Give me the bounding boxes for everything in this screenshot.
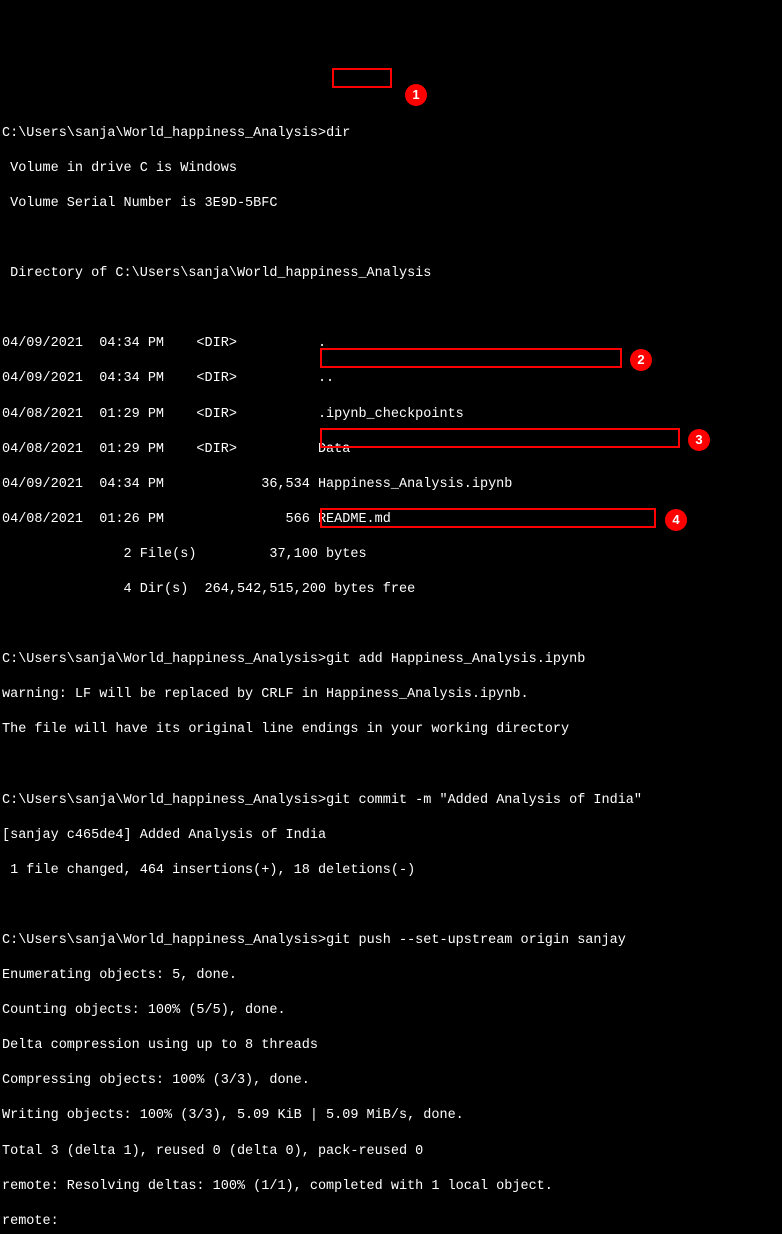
terminal-container: C:\Users\sanja\World_happiness_Analysis>… bbox=[0, 70, 782, 1234]
command-git-push: git push --set-upstream origin sanjay bbox=[326, 933, 626, 948]
commit-output: 1 file changed, 464 insertions(+), 18 de… bbox=[2, 862, 780, 880]
push-output: Writing objects: 100% (3/3), 5.09 KiB | … bbox=[2, 1107, 780, 1125]
command-git-add: git add Happiness_Analysis.ipynb bbox=[326, 652, 585, 667]
push-output: remote: bbox=[2, 1213, 780, 1231]
push-output: Delta compression using up to 8 threads bbox=[2, 1037, 780, 1055]
push-output: Enumerating objects: 5, done. bbox=[2, 967, 780, 985]
git-add-warning: The file will have its original line end… bbox=[2, 721, 780, 739]
prompt-path: C:\Users\sanja\World_happiness_Analysis> bbox=[2, 652, 326, 667]
prompt-line-1: C:\Users\sanja\World_happiness_Analysis>… bbox=[2, 125, 780, 143]
command-git-commit: git commit -m "Added Analysis of India" bbox=[326, 793, 642, 808]
blank bbox=[2, 757, 780, 775]
dir-entry: 04/09/2021 04:34 PM <DIR> .. bbox=[2, 370, 780, 388]
prompt-path: C:\Users\sanja\World_happiness_Analysis> bbox=[2, 793, 326, 808]
directory-of: Directory of C:\Users\sanja\World_happin… bbox=[2, 265, 780, 283]
prompt-line-2: C:\Users\sanja\World_happiness_Analysis>… bbox=[2, 651, 780, 669]
terminal-output[interactable]: C:\Users\sanja\World_happiness_Analysis>… bbox=[0, 105, 782, 1234]
annotation-badge-1: 1 bbox=[405, 84, 427, 106]
dir-entry: 04/08/2021 01:29 PM <DIR> .ipynb_checkpo… bbox=[2, 406, 780, 424]
highlight-box-1 bbox=[332, 68, 392, 88]
blank bbox=[2, 616, 780, 634]
prompt-line-3: C:\Users\sanja\World_happiness_Analysis>… bbox=[2, 792, 780, 810]
prompt-line-4: C:\Users\sanja\World_happiness_Analysis>… bbox=[2, 932, 780, 950]
push-output: Compressing objects: 100% (3/3), done. bbox=[2, 1072, 780, 1090]
push-output: Counting objects: 100% (5/5), done. bbox=[2, 1002, 780, 1020]
volume-line-2: Volume Serial Number is 3E9D-5BFC bbox=[2, 195, 780, 213]
prompt-path: C:\Users\sanja\World_happiness_Analysis> bbox=[2, 933, 326, 948]
highlight-box-3 bbox=[320, 428, 680, 448]
blank bbox=[2, 230, 780, 248]
dir-summary: 4 Dir(s) 264,542,515,200 bytes free bbox=[2, 581, 780, 599]
dir-entry: 04/09/2021 04:34 PM 36,534 Happiness_Ana… bbox=[2, 476, 780, 494]
command-dir: dir bbox=[326, 126, 350, 141]
highlight-box-2 bbox=[320, 348, 622, 368]
highlight-box-4 bbox=[320, 508, 656, 528]
push-output: remote: Resolving deltas: 100% (1/1), co… bbox=[2, 1178, 780, 1196]
commit-output: [sanjay c465de4] Added Analysis of India bbox=[2, 827, 780, 845]
blank bbox=[2, 300, 780, 318]
volume-line-1: Volume in drive C is Windows bbox=[2, 160, 780, 178]
prompt-path: C:\Users\sanja\World_happiness_Analysis> bbox=[2, 126, 326, 141]
blank bbox=[2, 897, 780, 915]
push-output: Total 3 (delta 1), reused 0 (delta 0), p… bbox=[2, 1143, 780, 1161]
git-add-warning: warning: LF will be replaced by CRLF in … bbox=[2, 686, 780, 704]
dir-summary: 2 File(s) 37,100 bytes bbox=[2, 546, 780, 564]
